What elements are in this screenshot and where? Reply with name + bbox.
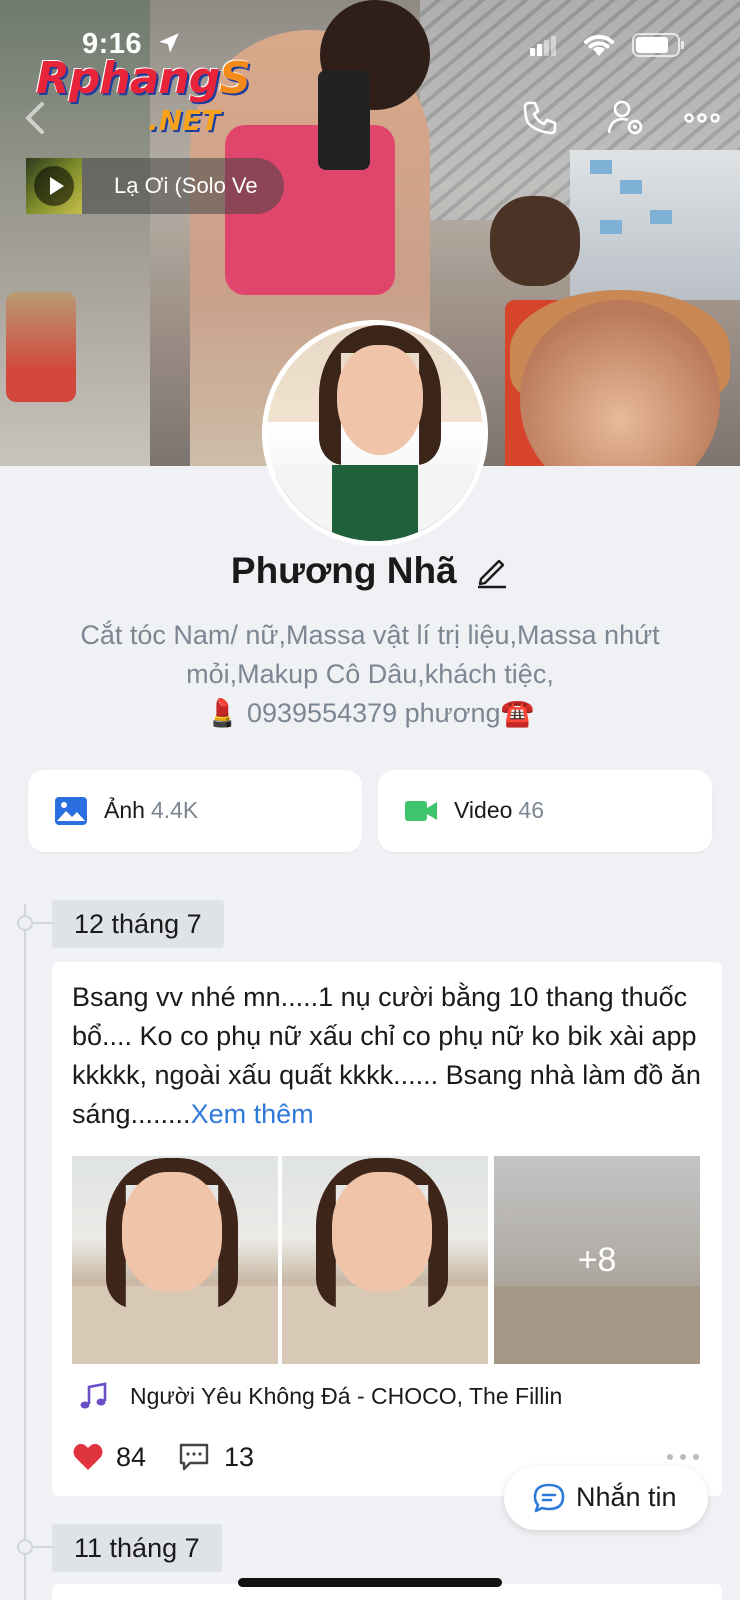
date-badge: 12 tháng 7 bbox=[52, 900, 224, 948]
avatar[interactable] bbox=[262, 320, 488, 546]
music-title: Lạ Ơi (Solo Ve bbox=[114, 173, 258, 198]
videos-label: Video bbox=[454, 797, 513, 823]
song-title: Người Yêu Không Đá - CHOCO, The Fillin bbox=[130, 1383, 563, 1409]
phone-call-icon[interactable] bbox=[520, 98, 560, 138]
lipstick-emoji: 💄 bbox=[205, 698, 240, 728]
edit-pencil-icon[interactable] bbox=[475, 553, 509, 589]
post-photo-grid: +8 bbox=[72, 1156, 700, 1364]
message-button[interactable]: Nhắn tin bbox=[504, 1466, 708, 1530]
profile-name: Phương Nhã bbox=[230, 550, 457, 591]
timeline-dot bbox=[17, 1539, 33, 1555]
video-camera-icon bbox=[405, 801, 437, 821]
post-photo[interactable] bbox=[282, 1156, 488, 1364]
post-photo[interactable]: +8 bbox=[494, 1156, 700, 1364]
profile-music-player[interactable]: Lạ Ơi (Solo Ve bbox=[26, 158, 284, 214]
signal-icon bbox=[530, 36, 556, 56]
wifi-icon bbox=[584, 34, 614, 56]
like-count: 84 bbox=[116, 1442, 147, 1472]
play-icon[interactable] bbox=[34, 166, 74, 206]
profile-name-row: Phương Nhã bbox=[0, 550, 740, 600]
post-text: Bsang vv nhé mn.....1 nụ cười bằng 10 th… bbox=[72, 982, 701, 1129]
battery-icon bbox=[632, 33, 684, 57]
profile-screen: { "status_bar": {"time": "9:16"}, "water… bbox=[0, 0, 740, 1600]
post-reactions: 84 13 bbox=[72, 1438, 472, 1478]
profile-bio: Cắt tóc Nam/ nữ,Massa vật lí trị liệu,Ma… bbox=[80, 620, 660, 728]
heart-icon[interactable] bbox=[72, 1442, 104, 1472]
more-photos-count: +8 bbox=[494, 1156, 700, 1364]
comment-count: 13 bbox=[224, 1442, 255, 1472]
date-badge: 11 tháng 7 bbox=[52, 1524, 222, 1572]
back-chevron-icon[interactable] bbox=[20, 100, 50, 136]
see-more-link[interactable]: Xem thêm bbox=[191, 1099, 314, 1129]
videos-count: 46 bbox=[518, 797, 545, 823]
chat-bubble-icon bbox=[533, 1483, 565, 1513]
timeline-line bbox=[24, 904, 26, 1600]
telephone-emoji: ☎️ bbox=[500, 698, 535, 728]
photos-count: 4.4K bbox=[150, 797, 199, 823]
watermark-logo: RphangS .NET bbox=[36, 53, 251, 138]
music-note-icon bbox=[80, 1382, 107, 1409]
more-options-icon[interactable] bbox=[682, 98, 722, 138]
videos-card[interactable]: Video 46 bbox=[378, 770, 712, 852]
photos-label: Ảnh bbox=[104, 797, 145, 823]
photos-card[interactable]: Ảnh 4.4K bbox=[28, 770, 362, 852]
timeline-post[interactable]: Bsang vv nhé mn.....1 nụ cười bằng 10 th… bbox=[52, 962, 722, 1496]
comment-icon[interactable] bbox=[178, 1442, 210, 1472]
photo-icon bbox=[55, 797, 87, 825]
home-indicator[interactable] bbox=[238, 1578, 502, 1587]
profile-settings-icon[interactable] bbox=[606, 98, 646, 138]
timeline-dot bbox=[17, 915, 33, 931]
post-more-icon[interactable] bbox=[666, 1452, 700, 1462]
message-button-label: Nhắn tin bbox=[576, 1482, 677, 1512]
post-photo[interactable] bbox=[72, 1156, 278, 1364]
